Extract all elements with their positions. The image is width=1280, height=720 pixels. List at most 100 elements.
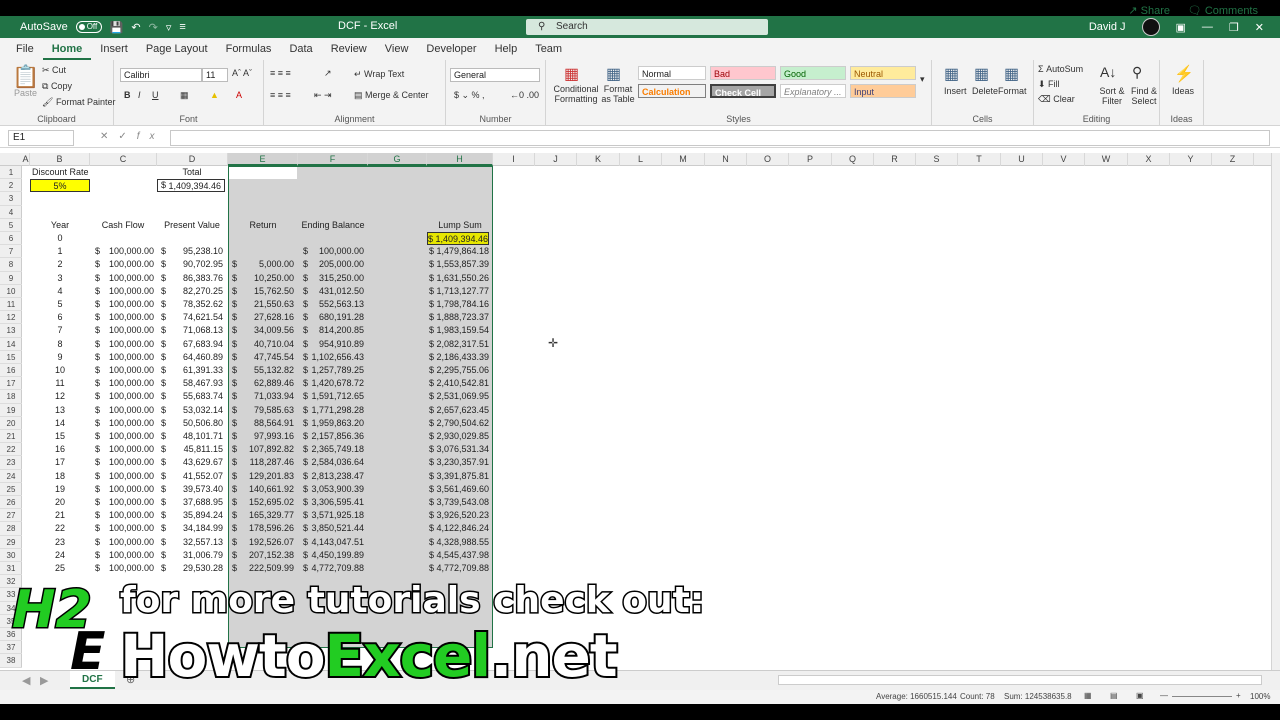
ending-balance-cell[interactable]: 552,563.13 [298, 298, 364, 311]
return-cell[interactable]: 47,745.54 [228, 351, 294, 364]
style-explanatory[interactable]: Explanatory ... [780, 84, 846, 98]
page-layout-view-icon[interactable]: ▤ [1110, 691, 1118, 700]
row-header[interactable]: 11 [0, 298, 22, 312]
present-value-cell[interactable]: 71,068.13 [157, 324, 223, 337]
row-header[interactable]: 18 [0, 390, 22, 404]
year-cell[interactable]: 4 [30, 285, 90, 298]
lump-sum-cell[interactable]: $ 1,983,159.54 [427, 324, 489, 337]
year-cell[interactable]: 18 [30, 470, 90, 483]
row-header[interactable]: 20 [0, 417, 22, 430]
active-cell[interactable] [229, 167, 297, 180]
paste-icon[interactable]: 📋 [12, 64, 39, 90]
row-header[interactable]: 26 [0, 496, 22, 510]
return-cell[interactable]: 55,132.82 [228, 364, 294, 377]
cash-flow-cell[interactable]: 100,000.00 [90, 245, 154, 258]
tab-file[interactable]: File [0, 38, 43, 60]
return-cell[interactable]: 15,762.50 [228, 285, 294, 298]
sort-filter-icon[interactable]: A↓ [1100, 64, 1116, 80]
column-header-c[interactable]: C [90, 153, 157, 166]
present-value-cell[interactable]: 50,506.80 [157, 417, 223, 430]
cash-flow-cell[interactable]: 100,000.00 [90, 351, 154, 364]
share-button[interactable]: ↗ Share [1128, 4, 1170, 17]
year-cell[interactable]: 6 [30, 311, 90, 324]
column-header-k[interactable]: K [577, 153, 620, 166]
row-header[interactable]: 37 [0, 641, 22, 655]
column-header-w[interactable]: W [1085, 153, 1128, 166]
customize-icon[interactable]: ≡ [179, 21, 185, 33]
column-header-z[interactable]: Z [1212, 153, 1254, 166]
redo-icon[interactable]: ↷ [149, 21, 158, 34]
year-cell[interactable]: 10 [30, 364, 90, 377]
italic-icon[interactable]: I [138, 90, 141, 100]
present-value-cell[interactable]: 86,383.76 [157, 272, 223, 285]
ending-balance-cell[interactable]: 431,012.50 [298, 285, 364, 298]
cash-flow-cell[interactable]: 100,000.00 [90, 417, 154, 430]
present-value-cell[interactable]: 53,032.14 [157, 404, 223, 417]
cash-flow-cell[interactable]: 100,000.00 [90, 470, 154, 483]
year-cell[interactable]: 20 [30, 496, 90, 509]
present-value-cell[interactable]: 90,702.95 [157, 258, 223, 271]
ending-balance-cell[interactable]: 4,143,047.51 [298, 536, 364, 549]
underline-icon[interactable]: U [152, 90, 159, 100]
merge-center-button[interactable]: ▤ Merge & Center [354, 90, 429, 101]
year-cell[interactable]: 16 [30, 443, 90, 456]
bold-icon[interactable]: B [124, 90, 131, 100]
present-value-cell[interactable]: 55,683.74 [157, 390, 223, 403]
column-header-q[interactable]: Q [832, 153, 874, 166]
present-value-cell[interactable]: 31,006.79 [157, 549, 223, 562]
present-value-cell[interactable]: 64,460.89 [157, 351, 223, 364]
ideas-icon[interactable]: ⚡ [1174, 64, 1194, 84]
row-header[interactable]: 14 [0, 338, 22, 351]
ending-balance-cell[interactable]: 1,771,298.28 [298, 404, 364, 417]
year-cell[interactable]: 25 [30, 562, 90, 575]
filter-icon[interactable]: ▿ [166, 21, 172, 34]
row-header[interactable]: 35 [0, 615, 22, 628]
close-icon[interactable]: ✕ [1255, 21, 1264, 34]
name-box[interactable]: E1 [8, 130, 74, 146]
ending-balance-cell[interactable]: 2,813,238.47 [298, 470, 364, 483]
return-cell[interactable]: 88,564.91 [228, 417, 294, 430]
column-header-x[interactable]: X [1128, 153, 1170, 166]
comments-button[interactable]: 🗨 Comments [1188, 4, 1258, 17]
delete-cells-icon[interactable]: ▦ [974, 64, 989, 84]
format-cells-icon[interactable]: ▦ [1004, 64, 1019, 84]
restore-icon[interactable]: ❐ [1229, 21, 1239, 34]
ending-balance-cell[interactable]: 3,053,900.39 [298, 483, 364, 496]
lump-sum-cell[interactable]: $ 4,328,988.55 [427, 536, 489, 549]
lump-sum-cell[interactable]: $ 1,798,784.16 [427, 298, 489, 311]
year-cell[interactable]: 8 [30, 338, 90, 351]
cash-flow-cell[interactable]: 100,000.00 [90, 509, 154, 522]
styles-scroll-icon[interactable]: ▾ [920, 74, 925, 85]
row-header[interactable]: 36 [0, 628, 22, 642]
delete-cells-button[interactable]: Delete [972, 86, 998, 96]
return-cell[interactable]: 10,250.00 [228, 272, 294, 285]
column-header-t[interactable]: T [958, 153, 1001, 166]
return-cell[interactable]: 118,287.46 [228, 456, 294, 469]
tab-home[interactable]: Home [42, 38, 92, 60]
worksheet[interactable]: ABCDEFGHIJKLMNOPQRSTUVWXYZ 1 2 3 4 5 6 7 8 9 10 11… [0, 153, 1271, 670]
wrap-text-button[interactable]: ↵ Wrap Text [354, 69, 404, 80]
vertical-scrollbar[interactable] [1271, 153, 1280, 670]
row-header[interactable]: 21 [0, 430, 22, 444]
present-value-cell[interactable]: 35,894.24 [157, 509, 223, 522]
cash-flow-cell[interactable]: 100,000.00 [90, 338, 154, 351]
format-painter-button[interactable]: 🖌 Format Painter [42, 97, 115, 108]
return-cell[interactable]: 62,889.46 [228, 377, 294, 390]
zoom-in-icon[interactable]: + [1236, 691, 1241, 700]
year-cell[interactable]: 1 [30, 245, 90, 258]
present-value-header[interactable]: Present Value [157, 219, 227, 232]
font-color-icon[interactable]: A [236, 90, 242, 100]
minimize-icon[interactable]: — [1202, 21, 1213, 33]
column-header-l[interactable]: L [620, 153, 662, 166]
formula-input[interactable] [170, 130, 1270, 146]
clear-button[interactable]: ⌫ Clear [1038, 94, 1075, 105]
ending-balance-cell[interactable]: 1,257,789.25 [298, 364, 364, 377]
cash-flow-cell[interactable]: 100,000.00 [90, 324, 154, 337]
row-header[interactable]: 13 [0, 324, 22, 338]
autosum-button[interactable]: Σ AutoSum [1038, 64, 1083, 74]
return-cell[interactable]: 34,009.56 [228, 324, 294, 337]
present-value-cell[interactable]: 61,391.33 [157, 364, 223, 377]
ending-balance-cell[interactable]: 1,102,656.43 [298, 351, 364, 364]
ending-balance-cell[interactable]: 4,450,199.89 [298, 549, 364, 562]
ending-balance-cell[interactable]: 205,000.00 [298, 258, 364, 271]
